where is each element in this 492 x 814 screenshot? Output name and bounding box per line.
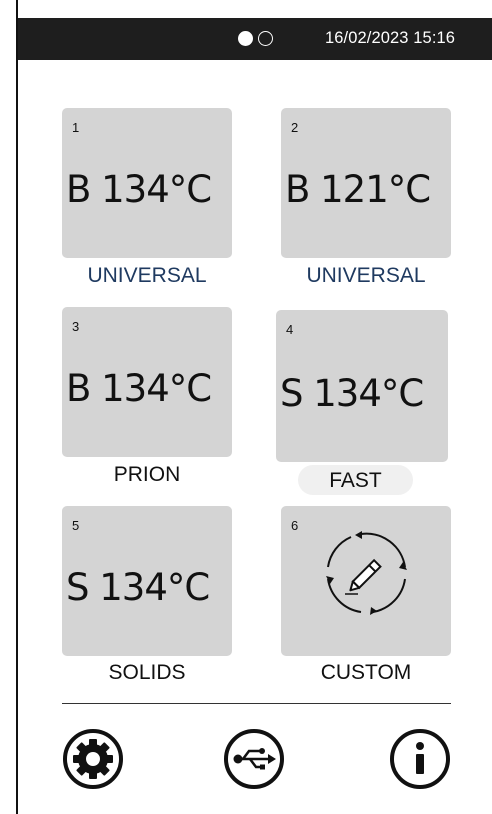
program-number: 1 bbox=[72, 120, 80, 135]
page-indicator-dot-inactive bbox=[258, 31, 273, 46]
program-name: S 134°C bbox=[280, 372, 424, 415]
program-label-2: UNIVERSAL bbox=[306, 264, 426, 287]
info-icon[interactable] bbox=[389, 728, 451, 790]
program-label-6: CUSTOM bbox=[320, 661, 412, 684]
datetime-display: 16/02/2023 15:16 bbox=[325, 29, 456, 47]
program-number: 6 bbox=[291, 518, 299, 533]
usb-icon[interactable] bbox=[223, 728, 285, 790]
program-name: B 134°C bbox=[66, 367, 212, 410]
edit-cycle-icon bbox=[326, 531, 407, 615]
program-name: S 134°C bbox=[66, 566, 210, 609]
divider bbox=[62, 703, 451, 704]
program-label-3: PRION bbox=[113, 463, 181, 486]
program-number: 5 bbox=[72, 518, 80, 533]
program-number: 2 bbox=[291, 120, 299, 135]
settings-gear-icon[interactable] bbox=[62, 728, 124, 790]
program-label-4: FAST bbox=[329, 469, 382, 492]
program-tile-4[interactable]: 4 S 134°C bbox=[276, 310, 448, 462]
program-number: 3 bbox=[72, 319, 80, 334]
page-indicator-dot-active bbox=[238, 31, 253, 46]
program-label-1: UNIVERSAL bbox=[87, 264, 207, 287]
program-tile-3[interactable]: 3 B 134°C bbox=[62, 307, 232, 457]
program-label-5: SOLIDS bbox=[108, 661, 186, 684]
program-tile-1[interactable]: 1 B 134°C bbox=[62, 108, 232, 258]
program-tile-5[interactable]: 5 S 134°C bbox=[62, 506, 232, 656]
program-number: 4 bbox=[286, 322, 294, 337]
program-name: B 134°C bbox=[66, 168, 212, 211]
page-indicator bbox=[238, 31, 278, 47]
program-tile-2[interactable]: 2 B 121°C bbox=[281, 108, 451, 258]
program-name: B 121°C bbox=[285, 168, 431, 211]
program-tile-6[interactable]: 6 bbox=[281, 506, 451, 656]
